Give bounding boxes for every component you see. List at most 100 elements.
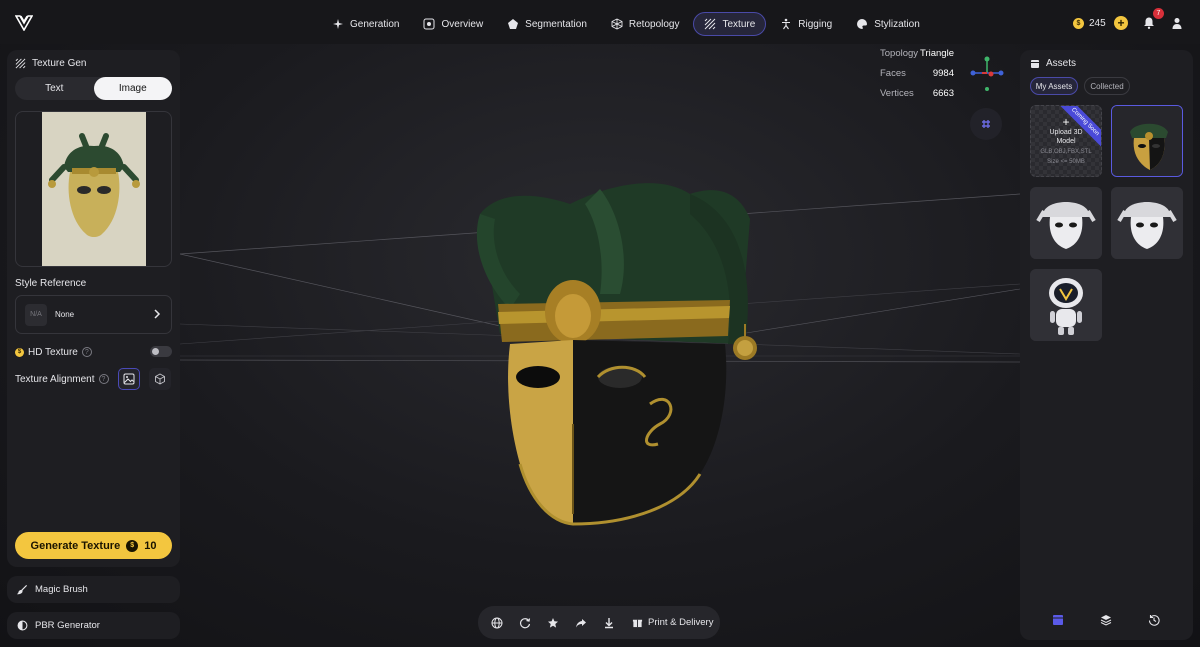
asset-thumb	[1030, 269, 1102, 341]
assets-title: Assets	[1030, 58, 1076, 69]
print-delivery-label: Print & Delivery	[648, 617, 714, 628]
asset-card-jester-white-2[interactable]	[1111, 187, 1183, 259]
topology-label: Topology	[880, 48, 919, 59]
style-reference-label: Style Reference	[15, 278, 87, 289]
tab-rigging[interactable]: Rigging	[770, 12, 842, 36]
generate-texture-cost: 10	[144, 539, 157, 552]
3d-viewport[interactable]	[180, 44, 1020, 647]
upload-title-line2: Model	[1056, 138, 1076, 145]
grid-icon	[982, 120, 990, 128]
mask-model	[476, 183, 757, 526]
user-icon[interactable]	[1170, 16, 1184, 30]
print-delivery-button[interactable]: Print & Delivery	[632, 617, 713, 628]
panel-title-label: Texture Gen	[32, 58, 87, 69]
style-reference-thumb: N/A	[25, 303, 47, 326]
coin-icon: $	[1073, 17, 1084, 29]
upload-formats: GLB,OBJ,FBX,STL	[1040, 149, 1092, 155]
upload-size-limit: Size <= 50MB	[1047, 159, 1085, 165]
pbr-generator-button[interactable]: PBR Generator	[7, 612, 180, 639]
tab-generation[interactable]: Generation	[322, 12, 409, 36]
style-reference-value: None	[55, 310, 75, 319]
plus-icon: +	[1062, 115, 1070, 129]
tab-retopology-label: Retopology	[628, 18, 680, 30]
app-logo-icon[interactable]	[14, 13, 34, 33]
asset-thumb	[1111, 187, 1183, 259]
half-circle-icon	[17, 620, 28, 631]
asset-card-jester-white-1[interactable]	[1030, 187, 1102, 259]
asset-card-robot[interactable]	[1030, 269, 1102, 341]
help-icon[interactable]: ?	[98, 374, 109, 384]
layers-icon[interactable]	[1098, 612, 1114, 628]
asset-card-jester-gold[interactable]	[1111, 105, 1183, 177]
tab-texture[interactable]: Texture	[693, 12, 767, 36]
sparkle-icon	[333, 19, 343, 29]
assets-footer	[1020, 612, 1193, 628]
mesh-icon	[611, 18, 623, 30]
box-icon[interactable]	[1050, 612, 1066, 628]
tab-retopology[interactable]: Retopology	[601, 12, 690, 36]
chevron-right-icon	[154, 309, 161, 319]
texture-icon	[15, 58, 26, 69]
eye-frame-icon	[423, 18, 435, 30]
magic-brush-button[interactable]: Magic Brush	[7, 576, 180, 603]
tab-stylization-label: Stylization	[874, 18, 920, 30]
main-nav: Generation Overview Segmentation Retopol…	[322, 12, 930, 36]
history-icon[interactable]	[1146, 612, 1162, 628]
share-icon[interactable]	[574, 616, 588, 630]
reference-image-dropzone[interactable]	[15, 111, 172, 267]
viewport-toolbar: Print & Delivery	[478, 606, 720, 639]
tab-overview-label: Overview	[441, 18, 484, 30]
panel-title: Texture Gen	[15, 58, 86, 69]
bell-icon[interactable]	[1142, 16, 1156, 30]
vertices-row: Vertices 6663	[880, 88, 954, 102]
tab-my-assets[interactable]: My Assets	[1030, 77, 1078, 95]
coin-icon: $	[15, 347, 24, 357]
gift-icon	[632, 619, 643, 628]
tab-texture-label: Texture	[722, 18, 756, 30]
align-image-button[interactable]	[118, 368, 140, 390]
asset-thumb	[1112, 106, 1182, 176]
segment-icon	[508, 19, 519, 29]
tab-text[interactable]: Text	[15, 77, 94, 100]
tab-image[interactable]: Image	[93, 77, 172, 100]
add-credits-button[interactable]: +	[1114, 16, 1128, 30]
tab-segmentation[interactable]: Segmentation	[497, 12, 597, 36]
faces-label: Faces	[880, 68, 906, 79]
download-icon[interactable]	[602, 616, 616, 630]
cube-icon	[155, 373, 165, 385]
view-grid-button[interactable]	[970, 108, 1002, 140]
tab-collected[interactable]: Collected	[1084, 77, 1130, 95]
align-geometry-button[interactable]	[149, 368, 171, 390]
box-icon	[1031, 59, 1039, 68]
faces-value: 9984	[932, 68, 954, 79]
image-icon	[123, 373, 135, 385]
vertices-label: Vertices	[880, 88, 914, 99]
hd-texture-label: HD Texture	[28, 346, 78, 358]
tab-segmentation-label: Segmentation	[525, 18, 587, 30]
palette-icon	[857, 19, 868, 29]
assets-title-label: Assets	[1046, 58, 1077, 69]
pbr-generator-label: PBR Generator	[35, 620, 100, 631]
help-icon[interactable]: ?	[81, 347, 92, 357]
brush-icon	[17, 584, 28, 595]
rotate-icon[interactable]	[518, 616, 532, 630]
hd-texture-toggle[interactable]	[150, 346, 172, 357]
topology-row: Topology Triangle	[880, 48, 954, 62]
credits-balance: $ 245	[1073, 14, 1106, 32]
tab-overview[interactable]: Overview	[413, 12, 493, 36]
style-reference-selector[interactable]: N/A None	[15, 295, 172, 334]
tab-stylization[interactable]: Stylization	[846, 12, 930, 36]
assets-panel: Assets My Assets Collected Coming Soon +…	[1020, 50, 1193, 640]
figure-icon	[782, 18, 791, 30]
input-mode-toggle: Text Image	[15, 77, 172, 100]
upload-info: + Upload 3D Model GLB,OBJ,FBX,STL Size <…	[1031, 116, 1101, 166]
generate-texture-button[interactable]: Generate Texture $ 10	[15, 532, 172, 559]
topology-value: Triangle	[920, 48, 954, 59]
vertices-value: 6663	[932, 88, 954, 99]
texture-alignment-row: Texture Alignment ?	[15, 368, 172, 390]
upload-3d-model-card[interactable]: Coming Soon + Upload 3D Model GLB,OBJ,FB…	[1030, 105, 1102, 177]
reference-image	[42, 112, 146, 266]
axis-gizmo-icon[interactable]	[968, 55, 1008, 95]
star-icon[interactable]	[546, 616, 560, 630]
wireframe-icon[interactable]	[490, 616, 504, 630]
